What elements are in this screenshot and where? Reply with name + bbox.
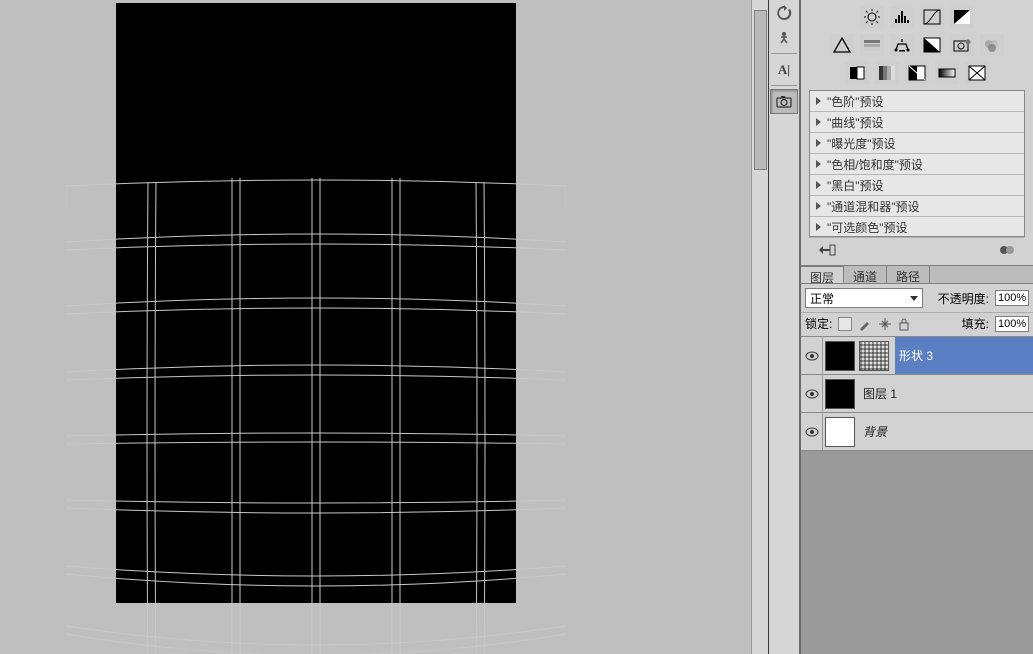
- preset-item[interactable]: "曝光度"预设: [810, 133, 1024, 154]
- artboard: [116, 3, 516, 603]
- canvas-area[interactable]: [0, 0, 769, 654]
- opacity-field[interactable]: 100%: [995, 290, 1029, 306]
- levels-icon[interactable]: [890, 6, 914, 28]
- layer-name[interactable]: 图层 1: [859, 375, 1033, 412]
- lock-brush-icon[interactable]: [858, 317, 872, 331]
- posterize-icon[interactable]: [875, 62, 899, 84]
- brightness-contrast-icon[interactable]: [860, 6, 884, 28]
- opacity-label: 不透明度:: [938, 290, 989, 307]
- visibility-eye-icon[interactable]: [801, 337, 823, 374]
- camera-panel-icon[interactable]: [770, 89, 798, 114]
- preset-label: "通道混和器"预设: [827, 198, 920, 215]
- collapsed-panel-dock: A|: [769, 0, 800, 654]
- triangle-right-icon: [816, 118, 821, 126]
- return-to-adjustment-icon[interactable]: [817, 242, 837, 258]
- layer-row[interactable]: 图层 1: [801, 375, 1033, 413]
- tab-paths[interactable]: 路径: [887, 266, 930, 283]
- history-panel-icon[interactable]: [770, 0, 798, 25]
- black-white-icon[interactable]: [920, 34, 944, 56]
- preset-label: "色阶"预设: [827, 93, 884, 110]
- lock-label: 锁定:: [805, 315, 832, 332]
- adjustments-row-3: [809, 62, 1025, 84]
- paragraph-panel-icon[interactable]: A|: [770, 57, 798, 82]
- preset-item[interactable]: "可选颜色"预设: [810, 217, 1024, 237]
- invert-icon[interactable]: [845, 62, 869, 84]
- preset-item[interactable]: "曲线"预设: [810, 112, 1024, 133]
- gradient-map-icon[interactable]: [935, 62, 959, 84]
- triangle-right-icon: [816, 97, 821, 105]
- tab-layers[interactable]: 图层: [801, 266, 844, 283]
- channel-mixer-icon[interactable]: [980, 34, 1004, 56]
- separator: [771, 53, 797, 54]
- triangle-right-icon: [816, 160, 821, 168]
- lock-row: 锁定: 填充: 100%: [801, 313, 1033, 337]
- separator: [771, 85, 797, 86]
- selective-color-icon[interactable]: [965, 62, 989, 84]
- preset-label: "色相/饱和度"预设: [827, 156, 923, 173]
- threshold-icon[interactable]: [905, 62, 929, 84]
- clip-to-layer-icon[interactable]: [997, 242, 1017, 258]
- preset-label: "曲线"预设: [827, 114, 884, 131]
- layer-thumbnail[interactable]: [825, 341, 855, 371]
- layer-row[interactable]: 形状 3: [801, 337, 1033, 375]
- fill-label: 填充:: [962, 315, 989, 332]
- lock-position-icon[interactable]: [878, 317, 892, 331]
- triangle-right-icon: [816, 223, 821, 231]
- adjustments-footer: [809, 237, 1025, 261]
- preset-item[interactable]: "色阶"预设: [810, 91, 1024, 112]
- layers-list[interactable]: 形状 3 图层 1 背景: [801, 337, 1033, 654]
- photo-filter-icon[interactable]: [950, 34, 974, 56]
- panel-tabs: 图层 通道 路径: [801, 266, 1033, 284]
- lock-transparency-icon[interactable]: [838, 317, 852, 331]
- triangle-right-icon: [816, 181, 821, 189]
- adjustment-presets-list[interactable]: "色阶"预设 "曲线"预设 "曝光度"预设 "色相/饱和度"预设 "黑白"预设 …: [809, 90, 1025, 237]
- preset-label: "曝光度"预设: [827, 135, 896, 152]
- blend-mode-select[interactable]: 正常: [805, 288, 923, 308]
- layer-name[interactable]: 背景: [859, 413, 1033, 450]
- right-panel-column: "色阶"预设 "曲线"预设 "曝光度"预设 "色相/饱和度"预设 "黑白"预设 …: [800, 0, 1033, 654]
- visibility-eye-icon[interactable]: [801, 413, 823, 450]
- preset-label: "黑白"预设: [827, 177, 884, 194]
- layer-thumbnail[interactable]: [825, 379, 855, 409]
- adjustments-panel: "色阶"预设 "曲线"预设 "曝光度"预设 "色相/饱和度"预设 "黑白"预设 …: [801, 0, 1033, 266]
- scrollbar-thumb[interactable]: [754, 10, 767, 170]
- preset-item[interactable]: "通道混和器"预设: [810, 196, 1024, 217]
- actions-panel-icon[interactable]: [770, 25, 798, 50]
- vibrance-icon[interactable]: [830, 34, 854, 56]
- fill-field[interactable]: 100%: [995, 316, 1029, 332]
- visibility-eye-icon[interactable]: [801, 375, 823, 412]
- lock-all-icon[interactable]: [898, 317, 910, 331]
- adjustments-row-2: [809, 34, 1025, 56]
- curves-icon[interactable]: [920, 6, 944, 28]
- triangle-right-icon: [816, 139, 821, 147]
- blend-mode-value: 正常: [810, 290, 834, 307]
- adjustments-row-1: [809, 6, 1025, 28]
- layer-options-row: 正常 不透明度: 100%: [801, 284, 1033, 313]
- exposure-icon[interactable]: [950, 6, 974, 28]
- vector-mask-thumbnail[interactable]: [859, 341, 889, 371]
- layer-thumbnail[interactable]: [825, 417, 855, 447]
- layer-name[interactable]: 形状 3: [895, 337, 1033, 374]
- layer-row[interactable]: 背景: [801, 413, 1033, 451]
- triangle-right-icon: [816, 202, 821, 210]
- color-balance-icon[interactable]: [890, 34, 914, 56]
- hue-saturation-icon[interactable]: [860, 34, 884, 56]
- preset-item[interactable]: "黑白"预设: [810, 175, 1024, 196]
- tab-channels[interactable]: 通道: [844, 266, 887, 283]
- preset-label: "可选颜色"预设: [827, 219, 908, 236]
- preset-item[interactable]: "色相/饱和度"预设: [810, 154, 1024, 175]
- canvas-vertical-scrollbar[interactable]: [751, 0, 768, 654]
- caret-down-icon: [910, 296, 918, 301]
